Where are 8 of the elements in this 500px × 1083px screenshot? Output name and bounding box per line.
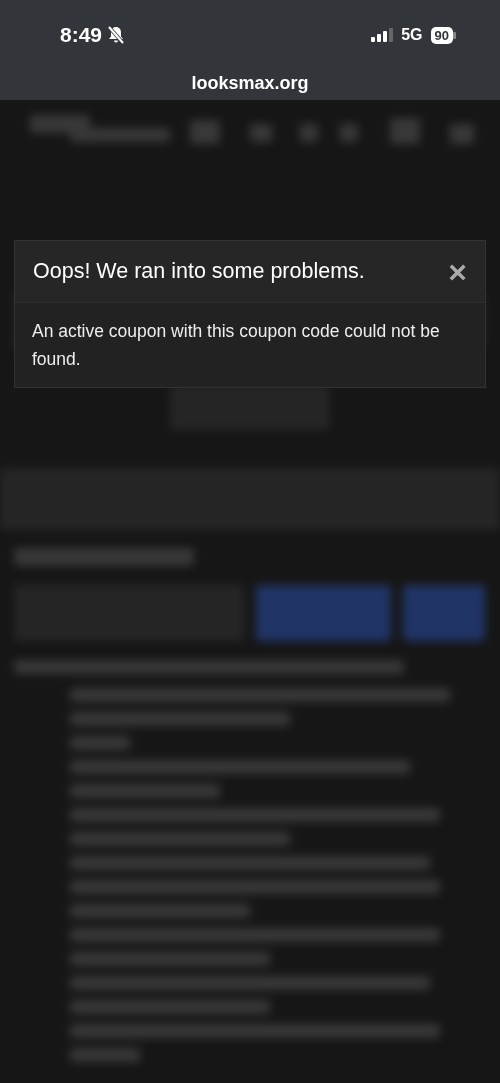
battery-level: 90 [430, 26, 453, 44]
close-button[interactable]: × [448, 255, 467, 288]
battery-tip-icon [453, 31, 456, 39]
dialog-title: Oops! We ran into some problems. [33, 258, 365, 286]
network-label: 5G [401, 25, 423, 45]
error-message: An active coupon with this coupon code could not be found. [32, 321, 440, 369]
signal-icon [371, 28, 394, 42]
clock-time: 8:49 [60, 22, 103, 49]
